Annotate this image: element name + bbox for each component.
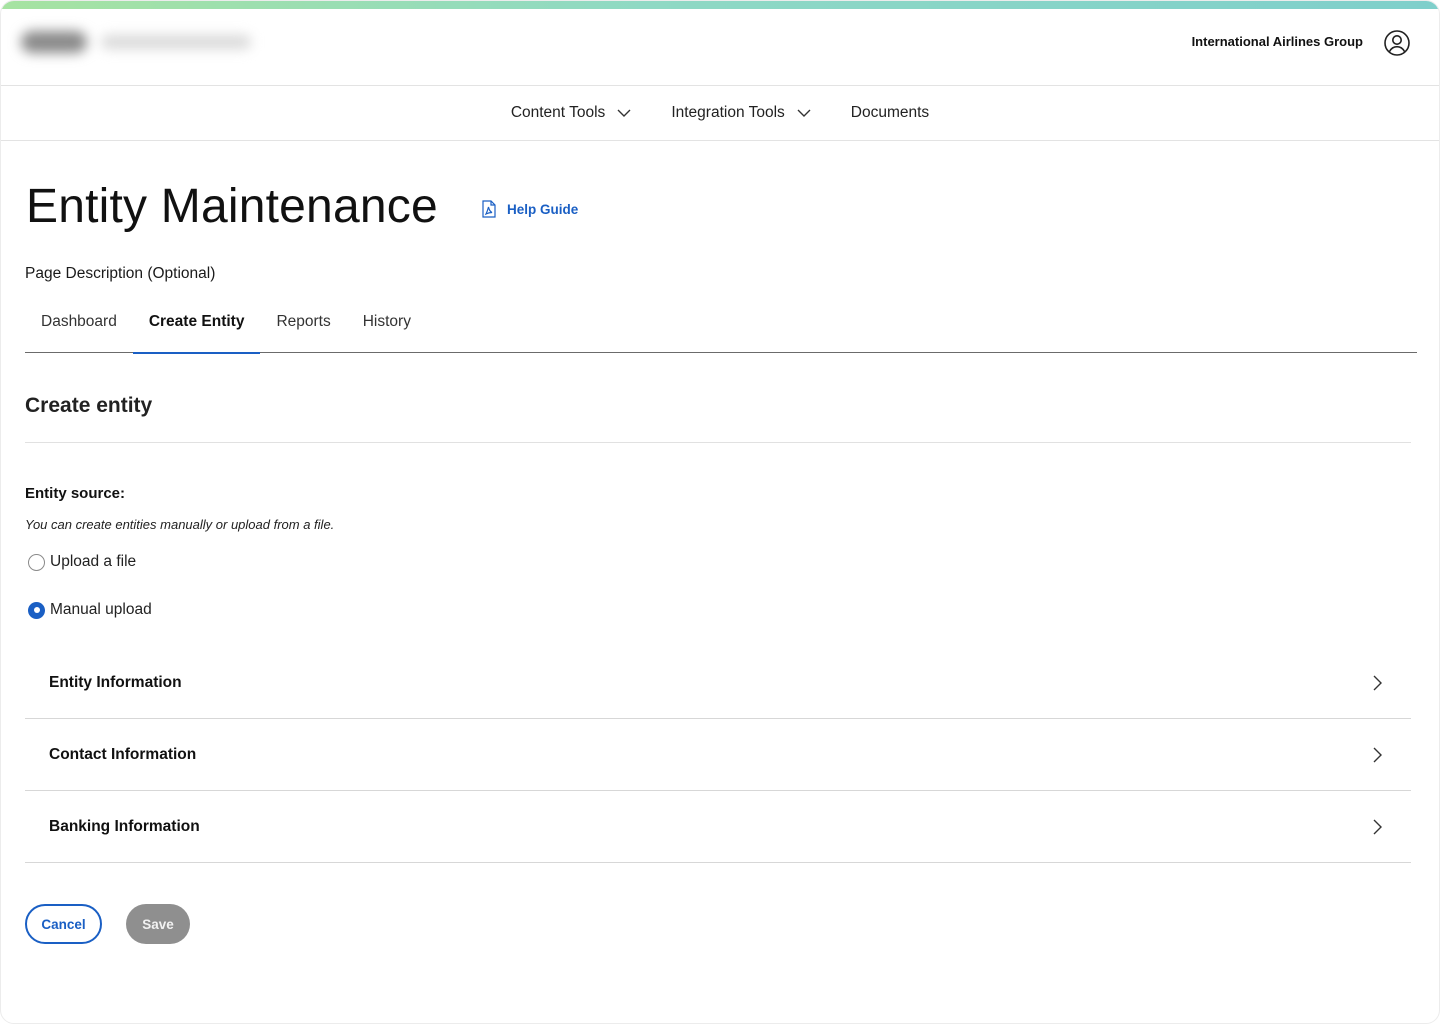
radio-label: Manual upload: [50, 601, 152, 618]
radio-button-selected[interactable]: [28, 601, 45, 619]
entity-source-label: Entity source:: [25, 485, 126, 502]
main-navigation: Content Tools Integration Tools Document…: [1, 86, 1439, 141]
form-accordion: Entity Information Contact Information B…: [25, 647, 1411, 863]
nav-item-content-tools[interactable]: Content Tools: [511, 104, 634, 122]
tab-bar: Dashboard Create Entity Reports History: [25, 291, 1417, 354]
nav-item-documents[interactable]: Documents: [851, 104, 929, 122]
accordion-contact-information[interactable]: Contact Information: [25, 719, 1411, 791]
chevron-right-icon: [1373, 819, 1382, 834]
tab-history[interactable]: History: [347, 291, 427, 353]
user-circle-icon[interactable]: [1383, 29, 1411, 57]
chevron-right-icon: [1373, 747, 1382, 762]
section-title: Create entity: [25, 394, 153, 417]
divider: [25, 442, 1411, 443]
chevron-right-icon: [1373, 675, 1382, 690]
radio-manual-upload[interactable]: Manual upload: [28, 601, 152, 619]
accordion-entity-information[interactable]: Entity Information: [25, 647, 1411, 719]
organization-name: International Airlines Group: [1191, 34, 1363, 49]
accordion-label: Banking Information: [49, 817, 200, 835]
company-logo[interactable]: [21, 29, 251, 55]
accordion-label: Entity Information: [49, 673, 182, 691]
page-title: Entity Maintenance: [26, 180, 438, 233]
help-guide-link[interactable]: Help Guide: [481, 200, 578, 218]
nav-item-label: Documents: [850, 104, 930, 121]
nav-item-label: Content Tools: [510, 104, 606, 121]
accordion-banking-information[interactable]: Banking Information: [25, 791, 1411, 863]
save-button[interactable]: Save: [126, 904, 190, 944]
cancel-button[interactable]: Cancel: [25, 904, 102, 944]
chevron-down-icon: [797, 109, 811, 117]
app-window: International Airlines Group Content Too…: [0, 0, 1440, 1024]
entity-source-help-text: You can create entities manually or uplo…: [25, 517, 335, 532]
help-guide-label: Help Guide: [507, 201, 579, 217]
site-header: International Airlines Group: [1, 9, 1439, 86]
pdf-document-icon: [482, 200, 496, 218]
nav-item-label: Integration Tools: [671, 104, 785, 121]
tab-dashboard[interactable]: Dashboard: [25, 291, 133, 353]
radio-upload-file[interactable]: Upload a file: [28, 553, 136, 571]
tab-reports[interactable]: Reports: [260, 291, 346, 353]
brand-gradient-bar: [1, 1, 1439, 9]
nav-item-integration-tools[interactable]: Integration Tools: [671, 104, 812, 122]
tab-create-entity[interactable]: Create Entity: [132, 291, 261, 354]
chevron-down-icon: [617, 109, 631, 117]
radio-button[interactable]: [28, 553, 45, 571]
accordion-label: Contact Information: [49, 745, 197, 763]
page-description: Page Description (Optional): [25, 265, 216, 282]
radio-label: Upload a file: [50, 553, 137, 570]
